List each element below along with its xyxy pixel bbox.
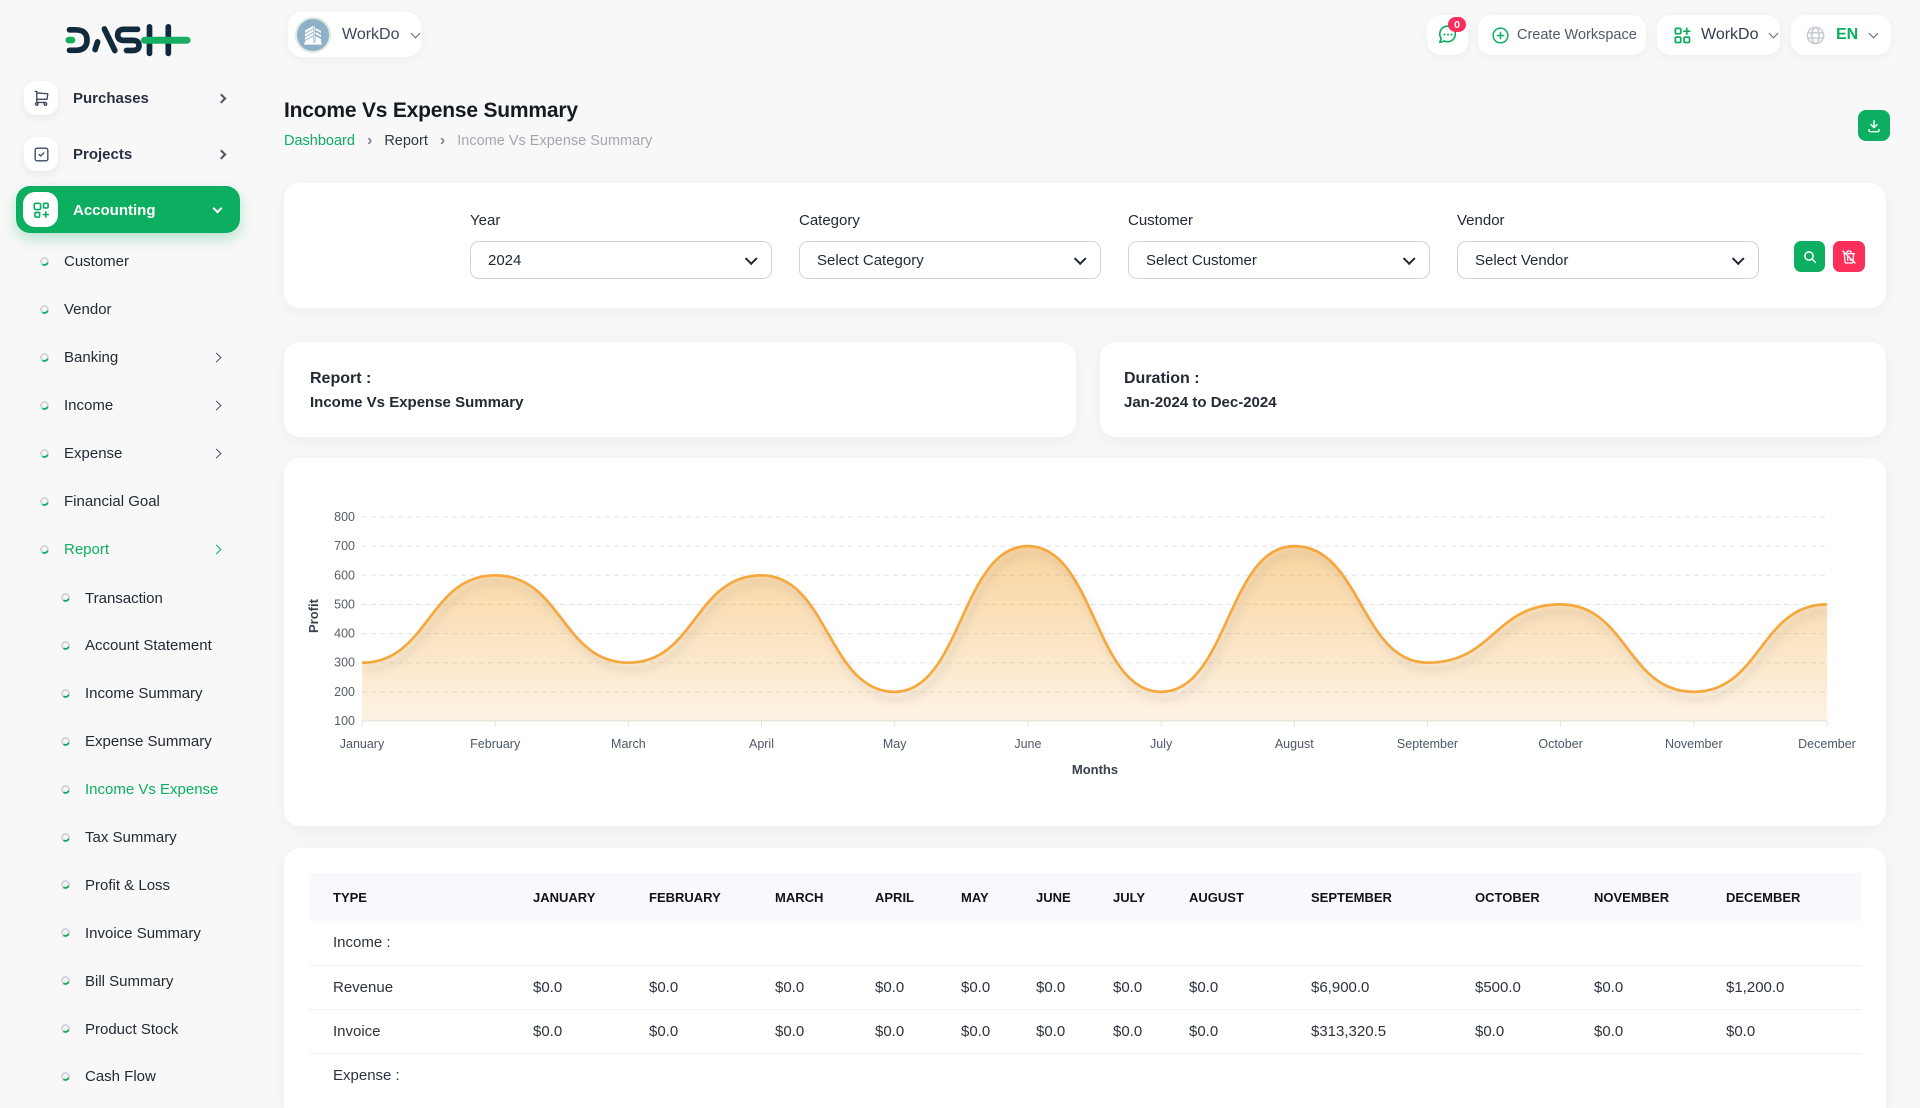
svg-text:300: 300 (334, 656, 355, 670)
svg-text:Months: Months (1072, 762, 1118, 777)
svg-text:700: 700 (334, 539, 355, 553)
svg-text:May: May (883, 737, 907, 751)
svg-text:July: July (1150, 737, 1173, 751)
svg-text:January: January (340, 737, 385, 751)
svg-text:November: November (1665, 737, 1723, 751)
svg-text:Profit: Profit (306, 598, 321, 633)
svg-text:June: June (1014, 737, 1041, 751)
svg-text:December: December (1798, 737, 1856, 751)
svg-text:100: 100 (334, 714, 355, 728)
svg-text:March: March (611, 737, 646, 751)
svg-text:February: February (470, 737, 521, 751)
svg-text:400: 400 (334, 627, 355, 641)
svg-text:April: April (749, 737, 774, 751)
svg-text:600: 600 (334, 568, 355, 582)
svg-text:800: 800 (334, 510, 355, 524)
svg-text:August: August (1275, 737, 1314, 751)
svg-text:200: 200 (334, 685, 355, 699)
svg-text:500: 500 (334, 597, 355, 611)
svg-text:September: September (1397, 737, 1458, 751)
svg-text:October: October (1538, 737, 1582, 751)
